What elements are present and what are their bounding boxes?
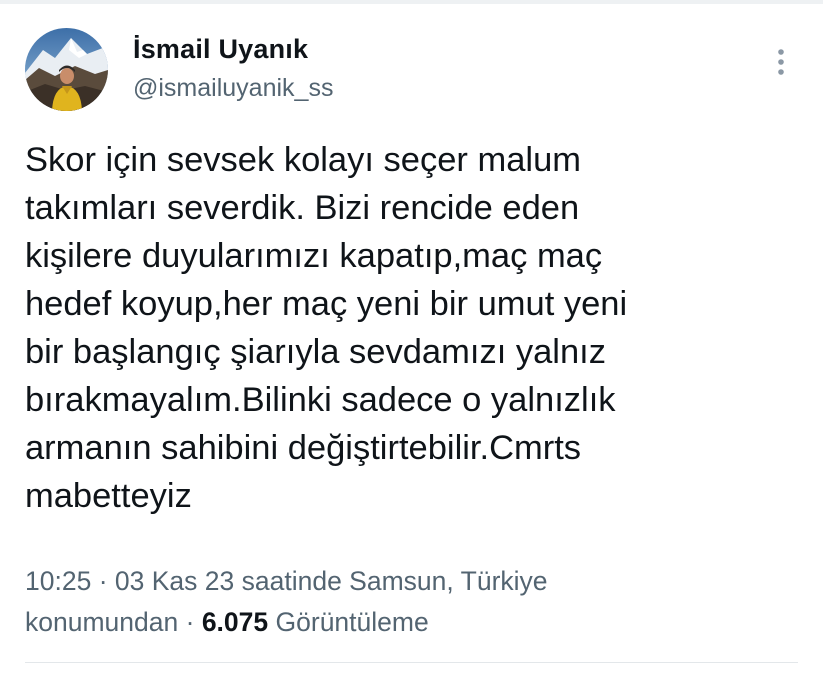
bottom-divider xyxy=(25,662,798,663)
meta-separator: · xyxy=(98,566,108,596)
tweet-location: saatinde Samsun, Türkiye xyxy=(241,566,548,596)
user-handle[interactable]: @ismailuyanik_ss xyxy=(133,74,333,103)
views-label[interactable]: Görüntüleme xyxy=(276,607,429,637)
tweet-text: Skor için sevsek kolayı seçer malum takı… xyxy=(25,141,628,515)
tweet-date[interactable]: 03 Kas 23 xyxy=(115,566,234,596)
more-vertical-icon xyxy=(778,49,784,75)
views-count[interactable]: 6.075 xyxy=(202,607,268,637)
tweet-metadata: 10:25 · 03 Kas 23 saatinde Samsun, Türki… xyxy=(25,561,785,643)
display-name[interactable]: İsmail Uyanık xyxy=(133,34,308,65)
meta-separator-2: · xyxy=(185,607,195,637)
tweet-time[interactable]: 10:25 xyxy=(25,566,91,596)
top-divider xyxy=(0,0,823,4)
avatar[interactable] xyxy=(25,28,108,111)
tweet-location-suffix: konumundan xyxy=(25,607,179,637)
profile-photo xyxy=(25,28,108,111)
more-options-button[interactable] xyxy=(768,44,794,80)
